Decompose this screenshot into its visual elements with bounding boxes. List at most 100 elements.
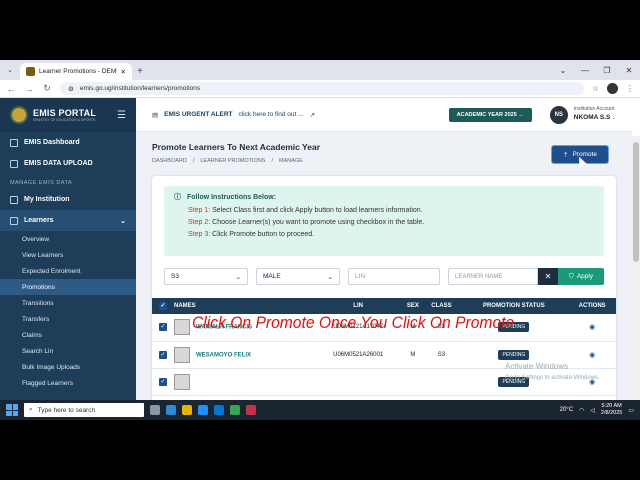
sidebar-item-label: My Institution (24, 196, 70, 203)
brand: EMIS PORTAL MINISTRY OF EDUCATION & SPOR… (0, 98, 136, 132)
clock[interactable]: 5:20 AM 2/8/2025 (601, 403, 622, 417)
learner-lin (314, 368, 403, 396)
learner-name[interactable]: WESAMOYO FELIX (196, 352, 251, 358)
select-all-checkbox[interactable]: ✓ (159, 302, 167, 310)
institution-icon (10, 195, 18, 204)
sidebar-subitem-overview[interactable]: Overview (0, 231, 136, 247)
forward-icon[interactable]: → (24, 84, 34, 94)
close-tab-icon[interactable]: ✕ (121, 68, 126, 76)
sidebar-item-learners[interactable]: Learners ⌄ (0, 210, 136, 231)
row-checkbox[interactable]: ✓ (159, 350, 167, 359)
coat-of-arms-logo (10, 106, 28, 124)
sidebar-subitem-flagged-learners[interactable]: Flagged Learners (0, 375, 136, 391)
profile-icon[interactable] (607, 83, 618, 94)
taskbar-search[interactable]: ⌕ Type here to search (24, 403, 144, 417)
tab-search-icon[interactable]: ⌄ (0, 60, 20, 80)
sidebar-item-data-upload[interactable]: EMIS DATA UPLOAD (0, 153, 136, 174)
browser-tab[interactable]: Learner Promotions - DEMIS ✕ (20, 63, 132, 80)
reload-icon[interactable]: ↻ (42, 83, 52, 94)
file-explorer-icon[interactable] (182, 405, 192, 415)
sidebar-item-my-institution[interactable]: My Institution (0, 189, 136, 210)
volume-icon[interactable]: ◁ (590, 407, 595, 414)
column-header: LIN (314, 298, 403, 314)
menu-dots-icon[interactable]: ⋮ (626, 84, 634, 93)
breadcrumb-dashboard[interactable]: DASHBOARD (152, 158, 187, 164)
account-name: NKOMA S.S (573, 114, 611, 122)
edge-icon[interactable] (198, 405, 208, 415)
row-checkbox[interactable]: ✓ (159, 323, 167, 332)
sex-select[interactable]: MALE ⌄ (256, 268, 340, 285)
sidebar-subitem-promotions[interactable]: Promotions (0, 279, 136, 295)
close-window-button[interactable]: ✕ (618, 60, 640, 80)
windows-start-icon[interactable] (6, 404, 18, 416)
clear-filter-button[interactable]: ✕ (538, 268, 558, 285)
notifications-icon[interactable]: ▭ (628, 407, 634, 414)
window-menu-button[interactable]: ⌄ (552, 60, 574, 80)
scrollbar-thumb[interactable] (633, 142, 639, 262)
favicon-icon (26, 67, 35, 76)
instruction-step: Step 2: Choose Learner(s) you want to pr… (188, 219, 425, 226)
tab-bar: ⌄ Learner Promotions - DEMIS ✕ + ⌄ — ❐ ✕ (0, 60, 640, 80)
sidebar-subitem-bulk-image-uploads[interactable]: Bulk Image Uploads (0, 359, 136, 375)
sidebar-subitem-expected-enrolment[interactable]: Expected Enrolment (0, 263, 136, 279)
column-header: NAMES (174, 298, 314, 314)
learner-class: S3 (423, 341, 460, 369)
sidebar-subitem-view-learners[interactable]: View Learners (0, 247, 136, 263)
minimize-button[interactable]: — (574, 60, 596, 80)
copilot-icon[interactable] (166, 405, 176, 415)
chevron-down-icon: ⌄ (611, 115, 616, 122)
close-icon: ✕ (544, 272, 552, 281)
browser-window: ⌄ Learner Promotions - DEMIS ✕ + ⌄ — ❐ ✕… (0, 60, 640, 400)
account-info[interactable]: Institution Account NKOMA S.S ⌄ (574, 106, 616, 122)
academic-year-button[interactable]: ACADEMIC YEAR 2025 → (448, 107, 532, 122)
filter-bar: S3 ⌄ MALE ⌄ LIN LEARNER NAME ✕ ⛉ Apply (164, 268, 604, 285)
sidebar-subitem-transfers[interactable]: Transfers (0, 311, 136, 327)
hamburger-menu-icon[interactable]: ☰ (117, 110, 126, 121)
learner-lin: U06M0521A26001 (314, 341, 403, 369)
system-tray: 20°C ◠ ◁ 5:20 AM 2/8/2025 ▭ (560, 403, 634, 417)
page-header: Promote Learners To Next Academic Year D… (136, 132, 632, 164)
sidebar-subitem-transitions[interactable]: Transitions (0, 295, 136, 311)
alert-link[interactable]: click here to find out ... (239, 111, 304, 118)
chevron-down-icon: ⌄ (120, 217, 126, 225)
column-header: CLASS (423, 298, 460, 314)
bookmark-star-icon[interactable]: ☆ (592, 84, 599, 93)
url-field[interactable]: ⚙ emis.go.ug/institution/learners/promot… (60, 82, 584, 95)
new-tab-button[interactable]: + (132, 63, 148, 80)
view-eye-icon[interactable]: ◉ (589, 352, 595, 359)
top-bar: ▤ EMIS URGENT ALERT click here to find o… (136, 98, 632, 132)
sidebar-item-label: Learners (24, 217, 54, 224)
urgent-alert[interactable]: ▤ EMIS URGENT ALERT click here to find o… (152, 111, 315, 119)
sidebar-subitem-claims[interactable]: Claims (0, 327, 136, 343)
apply-button[interactable]: ⛉ Apply (558, 268, 604, 285)
sidebar-subitem-search-lin[interactable]: Search Lin (0, 343, 136, 359)
site-info-icon[interactable]: ⚙ (68, 85, 74, 93)
weather-temperature[interactable]: 20°C (560, 407, 573, 413)
url-text: emis.go.ug/institution/learners/promotio… (79, 85, 201, 92)
chevron-down-icon: ⌄ (235, 273, 241, 281)
class-select[interactable]: S3 ⌄ (164, 268, 248, 285)
row-checkbox[interactable]: ✓ (159, 377, 167, 386)
dashboard-icon (10, 138, 18, 147)
back-icon[interactable]: ← (6, 84, 16, 94)
task-view-icon[interactable] (150, 405, 160, 415)
avatar[interactable]: NS (549, 105, 568, 124)
wifi-icon[interactable]: ◠ (579, 407, 584, 414)
view-eye-icon[interactable]: ◉ (589, 324, 595, 331)
mail-icon[interactable] (214, 405, 224, 415)
restore-button[interactable]: ❐ (596, 60, 618, 80)
brand-title: EMIS PORTAL (33, 108, 97, 118)
learner-sex (402, 368, 424, 396)
app-icon[interactable] (246, 405, 256, 415)
breadcrumb-learner-promotions[interactable]: LEARNER PROMOTIONS (200, 158, 265, 164)
instruction-step: Step 1: Select Class first and click App… (188, 207, 423, 214)
sidebar: EMIS PORTAL MINISTRY OF EDUCATION & SPOR… (0, 98, 136, 400)
tab-title: Learner Promotions - DEMIS (39, 68, 117, 75)
learner-photo (174, 319, 190, 336)
lin-input[interactable]: LIN (348, 268, 440, 285)
alert-title: EMIS URGENT ALERT (164, 111, 233, 118)
page-scrollbar[interactable] (632, 136, 640, 400)
learner-name-input[interactable]: LEARNER NAME (448, 268, 538, 285)
sidebar-item-dashboard[interactable]: EMIS Dashboard (0, 132, 136, 153)
chrome-icon[interactable] (230, 405, 240, 415)
